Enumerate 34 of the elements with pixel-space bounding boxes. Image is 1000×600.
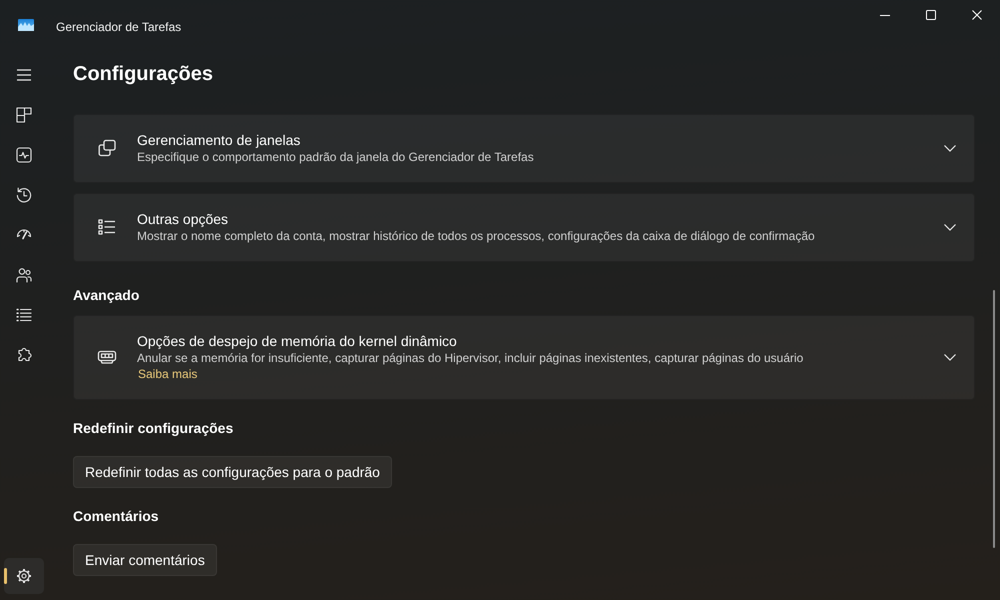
action-button[interactable]: Enviar comentários xyxy=(73,544,217,576)
menu-icon xyxy=(16,69,32,81)
app-icon xyxy=(18,18,34,30)
card-description: Mostrar o nome completo da conta, mostrar histórico de todos os processos, configurações da caixa de diálogo de confirmação xyxy=(137,228,815,244)
section-heading: Redefinir configurações xyxy=(73,419,234,438)
learn-more-link[interactable]: Saiba mais xyxy=(137,367,198,382)
close-icon xyxy=(972,10,982,20)
checklist-icon xyxy=(97,217,117,237)
card-description: Anular se a memória for insuficiente, capturar páginas do Hipervisor, incluir páginas inexistentes, capturar páginas do usuário xyxy=(137,350,804,366)
puzzle-icon xyxy=(16,347,32,363)
people-icon xyxy=(16,267,32,283)
page-title: Configurações xyxy=(73,62,214,87)
selection-indicator xyxy=(4,568,7,584)
clock-icon xyxy=(16,187,32,203)
card-title: Outras opções xyxy=(137,210,228,228)
card-title: Gerenciamento de janelas xyxy=(137,131,300,149)
settings-nav-button[interactable] xyxy=(4,558,44,594)
section-heading: Avançado xyxy=(73,286,140,305)
grid-icon xyxy=(16,107,32,123)
card-description: Especifique o comportamento padrão da janela do Gerenciador de Tarefas xyxy=(137,149,534,165)
settings-expander[interactable]: Opções de despejo de memória do kernel dinâmico Anular se a memória for insuficiente, capturar páginas do Hipervisor, incluir páginas inexistentes, capturar páginas do usuário Saiba mais xyxy=(73,315,975,400)
settings-expander[interactable]: Outras opções Mostrar o nome completo da conta, mostrar histórico de todos os processos, configurações da caixa de diálogo de confirmação xyxy=(73,193,975,262)
minimize-icon xyxy=(880,14,890,16)
settings-expander[interactable]: Gerenciamento de janelas Especifique o comportamento padrão da janela do Gerenciador de Tarefas xyxy=(73,114,975,183)
settings-icon xyxy=(16,568,32,584)
pulse-icon xyxy=(16,147,32,163)
card-title: Opções de despejo de memória do kernel dinâmico xyxy=(137,332,457,350)
action-button[interactable]: Redefinir todas as configurações para o padrão xyxy=(73,456,392,488)
scrollbar-thumb[interactable] xyxy=(993,290,995,548)
maximize-icon xyxy=(926,10,936,20)
window-title: Gerenciador de Tarefas xyxy=(56,20,182,34)
list-icon xyxy=(16,307,32,323)
section-heading: Comentários xyxy=(73,507,160,526)
overlapping-windows-icon xyxy=(97,138,117,158)
